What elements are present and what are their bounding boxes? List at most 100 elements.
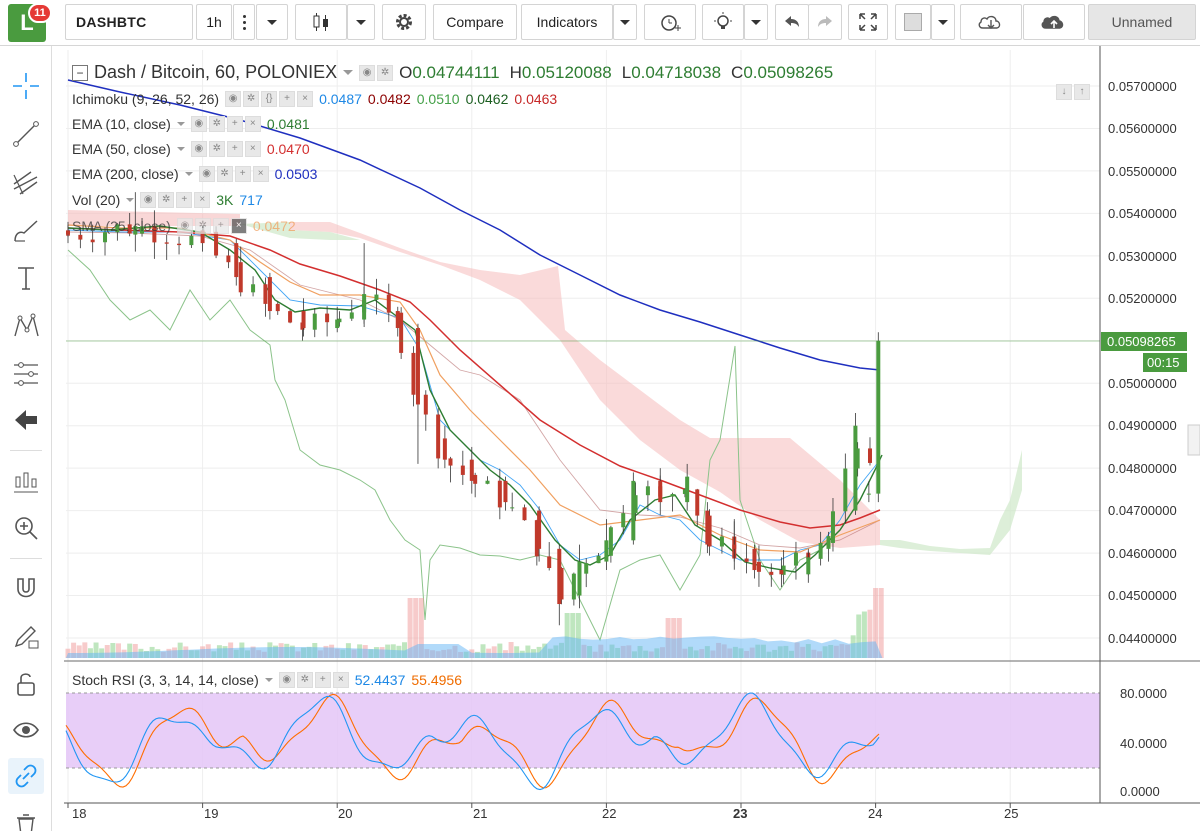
add-icon[interactable]: + — [226, 141, 243, 157]
candle-body — [571, 573, 576, 600]
add-icon[interactable]: + — [176, 192, 193, 208]
chevron-down-icon[interactable] — [176, 147, 185, 151]
candle-body — [469, 459, 474, 481]
close-icon[interactable]: × — [297, 91, 314, 107]
eye-icon[interactable]: ◉ — [190, 116, 207, 132]
sma-legend[interactable]: SMA (25, close) ◉ ✲ + × 0.0472 — [72, 218, 296, 234]
candle-body — [164, 242, 169, 244]
close-icon[interactable]: × — [244, 116, 261, 132]
candle-body — [362, 294, 367, 320]
indicator-actions[interactable]: ◉ ✲ + × — [190, 141, 261, 157]
series-title: Dash / Bitcoin, 60, POLONIEX — [94, 62, 338, 82]
price-label: 0.04400000 — [1108, 631, 1177, 646]
stoch-axis-label: 40.0000 — [1120, 736, 1167, 751]
main-series-legend[interactable]: − Dash / Bitcoin, 60, POLONIEX ◉ ✲ O0.047… — [72, 62, 833, 83]
candle-body — [78, 234, 83, 240]
indicator-actions[interactable]: ◉ ✲ + × — [190, 116, 261, 132]
candle-body — [604, 540, 609, 562]
candle-body — [577, 561, 582, 596]
candle-body — [448, 458, 453, 466]
scroll-to-realtime-button[interactable] — [1187, 424, 1200, 456]
pane-controls[interactable]: ↓ ↑ — [1056, 84, 1090, 100]
add-icon[interactable]: + — [212, 218, 229, 234]
candle-body — [189, 235, 194, 246]
time-label: 25 — [1004, 806, 1019, 821]
series-dropdown-icon[interactable] — [343, 70, 354, 75]
collapse-legend-icon[interactable]: − — [72, 64, 88, 81]
close-icon[interactable]: × — [332, 672, 349, 688]
close-icon[interactable]: × — [230, 218, 247, 234]
candle-body — [335, 319, 340, 329]
indicator-actions[interactable]: ◉ ✲ + × — [198, 166, 269, 182]
close-icon[interactable]: × — [244, 141, 261, 157]
chevron-down-icon[interactable] — [176, 122, 185, 126]
close-icon[interactable]: × — [252, 166, 269, 182]
ichimoku-conversion-value: 0.0487 — [319, 91, 362, 107]
candle-body — [238, 262, 243, 293]
eye-icon[interactable]: ◉ — [140, 192, 157, 208]
close-icon[interactable]: × — [194, 192, 211, 208]
add-icon[interactable]: + — [234, 166, 251, 182]
eye-icon[interactable]: ◉ — [225, 91, 242, 107]
candle-body — [537, 510, 542, 549]
candle-body — [876, 340, 881, 494]
candle-body — [557, 548, 562, 605]
move-down-icon[interactable]: ↓ — [1056, 84, 1072, 100]
indicator-actions[interactable]: ◉ ✲ + × — [278, 672, 349, 688]
indicator-actions[interactable]: ◉ ✲ + × — [140, 192, 211, 208]
chevron-down-icon[interactable] — [126, 198, 135, 202]
candle-body — [866, 493, 871, 495]
indicator-actions[interactable]: ◉ ✲ + × — [176, 218, 247, 234]
gear-icon[interactable]: ✲ — [158, 192, 175, 208]
ema50-label: EMA (50, close) — [72, 141, 171, 157]
chart-grid — [66, 50, 1100, 803]
ichimoku-legend[interactable]: Ichimoku (9, 26, 52, 26) ◉ ✲{} + × 0.0487 0… — [72, 91, 557, 107]
price-label: 0.04700000 — [1108, 503, 1177, 518]
candle-body — [608, 527, 613, 556]
gear-icon[interactable]: ✲ — [208, 116, 225, 132]
stoch-rsi-legend[interactable]: Stoch RSI (3, 3, 14, 14, close) ◉ ✲ + × 52.… — [72, 672, 462, 688]
gear-icon[interactable]: ✲ — [194, 218, 211, 234]
move-up-icon[interactable]: ↑ — [1074, 84, 1090, 100]
ema10-legend[interactable]: EMA (10, close) ◉ ✲ + × 0.0481 — [72, 116, 310, 132]
volume-ma-area — [66, 636, 883, 658]
eye-icon[interactable]: ◉ — [190, 141, 207, 157]
stoch-rsi-pane[interactable] — [65, 692, 1100, 791]
gear-icon[interactable]: ✲ — [208, 141, 225, 157]
ema50-legend[interactable]: EMA (50, close) ◉ ✲ + × 0.0470 — [72, 141, 310, 157]
add-icon[interactable]: + — [226, 116, 243, 132]
gear-icon[interactable]: ✲ — [377, 64, 394, 81]
price-label: 0.05600000 — [1108, 121, 1177, 136]
price-label: 0.05400000 — [1108, 206, 1177, 221]
add-icon[interactable]: + — [314, 672, 331, 688]
candle-body — [497, 480, 502, 508]
candle-body — [584, 563, 589, 574]
time-label: 23 — [733, 806, 748, 821]
add-icon[interactable]: + — [279, 91, 296, 107]
eye-icon[interactable]: ◉ — [359, 64, 376, 81]
candle-body — [826, 536, 831, 549]
candle-body — [423, 394, 428, 415]
eye-icon[interactable]: ◉ — [278, 672, 295, 688]
ema200-label: EMA (200, close) — [72, 166, 179, 182]
indicator-actions[interactable]: ◉ ✲{} + × — [225, 91, 314, 107]
gear-icon[interactable]: ✲ — [243, 91, 260, 107]
time-label: 21 — [473, 806, 488, 821]
chevron-down-icon[interactable] — [264, 678, 273, 682]
time-label: 19 — [204, 806, 219, 821]
series-actions[interactable]: ◉ ✲ — [359, 64, 394, 81]
candle-body — [226, 255, 231, 263]
high-value: H0.05120088 — [509, 62, 612, 82]
candle-body — [658, 480, 663, 503]
volume-legend[interactable]: Vol (20) ◉ ✲ + × 3K 717 — [72, 192, 263, 208]
chevron-down-icon[interactable] — [184, 172, 193, 176]
eye-icon[interactable]: ◉ — [198, 166, 215, 182]
source-icon[interactable]: {} — [261, 91, 278, 107]
candle-body — [411, 352, 416, 395]
candle-body — [695, 489, 700, 516]
eye-icon[interactable]: ◉ — [176, 218, 193, 234]
ema200-legend[interactable]: EMA (200, close) ◉ ✲ + × 0.0503 — [72, 166, 317, 182]
gear-icon[interactable]: ✲ — [216, 166, 233, 182]
gear-icon[interactable]: ✲ — [296, 672, 313, 688]
candle-body — [596, 555, 601, 564]
